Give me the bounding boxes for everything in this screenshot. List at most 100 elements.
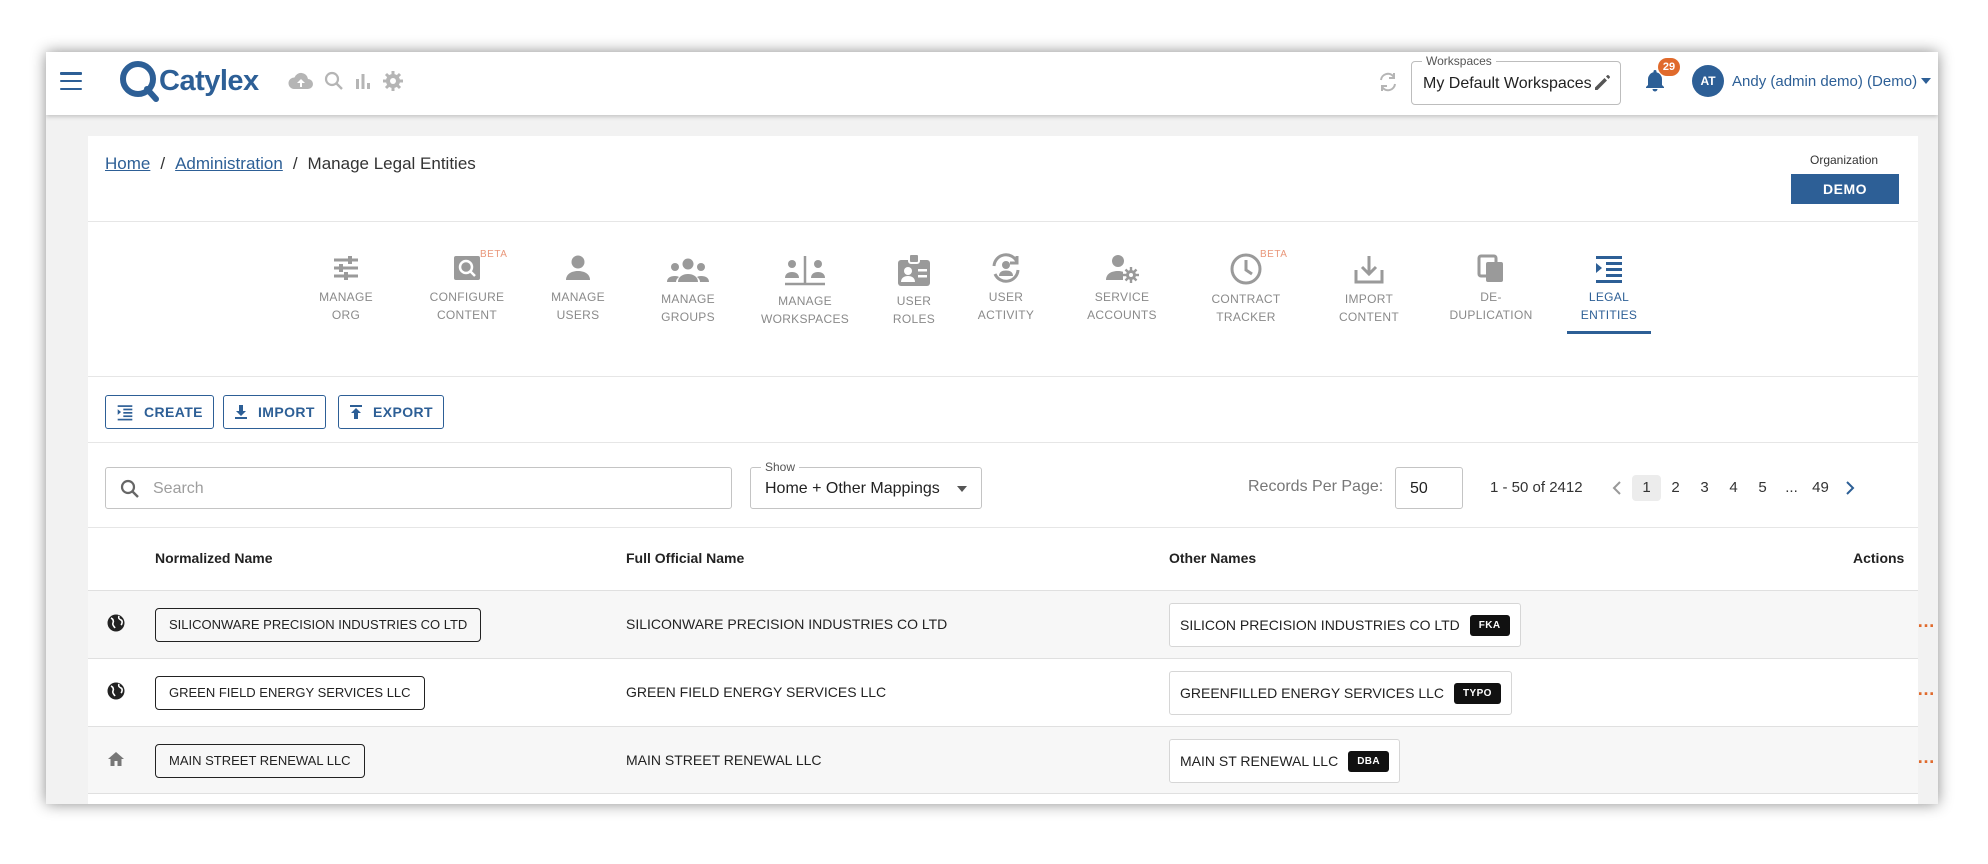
tab-manage-org[interactable]: MANAGE ORG xyxy=(308,252,384,324)
page-button[interactable]: 4 xyxy=(1719,475,1748,501)
create-button[interactable]: CREATE xyxy=(105,395,214,429)
breadcrumb: Home / Administration / Manage Legal Ent… xyxy=(105,154,476,174)
table-header: Normalized Name Full Official Name Other… xyxy=(88,528,1918,590)
show-label: Show xyxy=(761,460,800,474)
service-account-icon xyxy=(1106,255,1139,283)
tab-label-line1: DE- xyxy=(1480,290,1502,304)
globe-icon xyxy=(107,614,125,632)
column-header-normalized[interactable]: Normalized Name xyxy=(155,550,272,566)
upload-icon xyxy=(350,405,362,419)
table-row[interactable]: GREEN FIELD ENERGY SERVICES LLC GREEN FI… xyxy=(88,658,1935,726)
breadcrumb-separator: / xyxy=(160,154,166,173)
divider xyxy=(88,376,1918,377)
table-row[interactable]: MAIN STREET RENEWAL LLC MAIN STREET RENE… xyxy=(88,726,1935,794)
page-button[interactable]: 49 xyxy=(1806,475,1835,501)
doc-search-icon xyxy=(454,256,480,280)
clock-icon xyxy=(1230,253,1262,285)
other-name-chip[interactable]: GREENFILLED ENERGY SERVICES LLC TYPO xyxy=(1169,671,1512,715)
tab-label-line1: USER xyxy=(988,290,1024,304)
other-name: SILICON PRECISION INDUSTRIES CO LTD xyxy=(1180,617,1460,633)
search-icon[interactable] xyxy=(324,71,344,91)
name-type-tag: TYPO xyxy=(1454,682,1501,704)
normalized-name-chip[interactable]: GREEN FIELD ENERGY SERVICES LLC xyxy=(155,676,425,710)
indent-list-icon xyxy=(1596,256,1622,283)
organization-button[interactable]: DEMO xyxy=(1791,174,1899,204)
tab-manage-workspaces[interactable]: MANAGE WORKSPACES xyxy=(760,254,850,328)
normalized-name-chip[interactable]: MAIN STREET RENEWAL LLC xyxy=(155,744,365,778)
divider xyxy=(88,442,1918,443)
chevron-left-icon[interactable] xyxy=(1602,475,1632,501)
tab-label-line1: LEGAL xyxy=(1588,290,1630,304)
tab-manage-groups[interactable]: MANAGE GROUPS xyxy=(650,254,726,326)
tab-label-line1: USER xyxy=(896,294,932,308)
tab-label-line2: ACCOUNTS xyxy=(1087,308,1157,322)
tab-legal-entities[interactable]: LEGAL ENTITIES xyxy=(1567,252,1651,334)
cloud-upload-icon[interactable] xyxy=(288,71,314,91)
page-button[interactable]: 3 xyxy=(1690,475,1719,501)
page-button[interactable]: 5 xyxy=(1748,475,1777,501)
app-bar: Catylex Workspaces My Default Workspaces… xyxy=(46,52,1938,115)
tab-de-duplication[interactable]: DE- DUPLICATION xyxy=(1446,252,1536,324)
other-name-chip[interactable]: MAIN ST RENEWAL LLC DBA xyxy=(1169,739,1401,783)
tab-user-activity[interactable]: USER ACTIVITY xyxy=(968,252,1044,324)
beta-badge: BETA xyxy=(480,249,508,260)
pagination: 1 2 3 4 5 ... 49 xyxy=(1602,475,1865,501)
tab-label-line1: MANAGE xyxy=(319,290,373,304)
tab-contract-tracker[interactable]: BETA CONTRACT TRACKER xyxy=(1204,249,1288,326)
show-select[interactable]: Show Home + Other Mappings xyxy=(750,460,982,509)
export-button[interactable]: EXPORT xyxy=(338,395,444,429)
breadcrumb-administration[interactable]: Administration xyxy=(175,154,283,174)
import-button[interactable]: IMPORT xyxy=(223,395,326,429)
create-label: CREATE xyxy=(144,404,203,420)
refresh-icon[interactable] xyxy=(1376,70,1400,94)
tab-manage-users[interactable]: MANAGE USERS xyxy=(540,252,616,324)
table-row[interactable]: SILICONWARE PRECISION INDUSTRIES CO LTD … xyxy=(88,590,1935,658)
workspace-value: My Default Workspaces xyxy=(1423,75,1592,92)
name-type-tag: DBA xyxy=(1348,750,1390,772)
menu-icon[interactable] xyxy=(60,72,82,90)
logo-q-icon xyxy=(120,61,159,102)
tab-user-roles[interactable]: USER ROLES xyxy=(884,252,944,328)
breadcrumb-home[interactable]: Home xyxy=(105,154,150,174)
other-name: GREENFILLED ENERGY SERVICES LLC xyxy=(1180,685,1445,701)
tab-label-line1: CONTRACT xyxy=(1211,292,1281,306)
page-button[interactable]: 2 xyxy=(1661,475,1690,501)
app-window: Catylex Workspaces My Default Workspaces… xyxy=(46,52,1938,804)
tab-label-line2: ENTITIES xyxy=(1580,308,1638,322)
name-type-tag: FKA xyxy=(1469,614,1510,636)
edit-icon[interactable] xyxy=(1592,73,1612,93)
bar-chart-icon[interactable] xyxy=(354,71,372,91)
tab-label-line1: MANAGE xyxy=(778,294,832,308)
page-button[interactable]: 1 xyxy=(1632,475,1661,501)
tab-label-line2: TRACKER xyxy=(1216,310,1276,324)
full-official-name: GREEN FIELD ENERGY SERVICES LLC xyxy=(626,684,887,700)
tab-configure-content[interactable]: BETA CONFIGURE CONTENT xyxy=(424,249,510,324)
more-actions-button[interactable]: … xyxy=(1917,612,1936,630)
tab-service-accounts[interactable]: SERVICE ACCOUNTS xyxy=(1076,252,1168,324)
column-header-full[interactable]: Full Official Name xyxy=(626,550,744,566)
normalized-name-chip[interactable]: SILICONWARE PRECISION INDUSTRIES CO LTD xyxy=(155,608,482,642)
more-actions-button[interactable]: … xyxy=(1917,680,1936,698)
user-menu-name[interactable]: Andy (admin demo) (Demo) xyxy=(1732,73,1917,90)
workspaces-icon xyxy=(785,256,825,286)
records-per-page-input[interactable]: 50 xyxy=(1395,467,1463,509)
chevron-down-icon[interactable] xyxy=(1921,78,1931,84)
workspace-select[interactable]: Workspaces My Default Workspaces xyxy=(1411,54,1621,105)
more-actions-button[interactable]: … xyxy=(1917,748,1936,766)
notification-badge: 29 xyxy=(1658,58,1680,76)
column-header-other[interactable]: Other Names xyxy=(1169,550,1256,566)
beta-badge: BETA xyxy=(1260,249,1288,260)
tab-label-line2: WORKSPACES xyxy=(760,312,850,326)
logo[interactable]: Catylex xyxy=(118,58,268,104)
tab-label-line1: IMPORT xyxy=(1344,292,1394,306)
tab-label-line2: CONTENT xyxy=(1338,310,1400,324)
tab-import-content[interactable]: IMPORT CONTENT xyxy=(1331,252,1407,326)
tab-label-line2: ACTIVITY xyxy=(977,308,1035,322)
gear-icon[interactable] xyxy=(382,70,404,92)
indent-list-icon xyxy=(117,405,133,421)
chevron-right-icon[interactable] xyxy=(1835,475,1865,501)
import-label: IMPORT xyxy=(258,404,315,420)
avatar[interactable]: AT xyxy=(1692,65,1724,97)
search-input[interactable]: Search xyxy=(105,467,732,509)
other-name-chip[interactable]: SILICON PRECISION INDUSTRIES CO LTD FKA xyxy=(1169,603,1521,647)
